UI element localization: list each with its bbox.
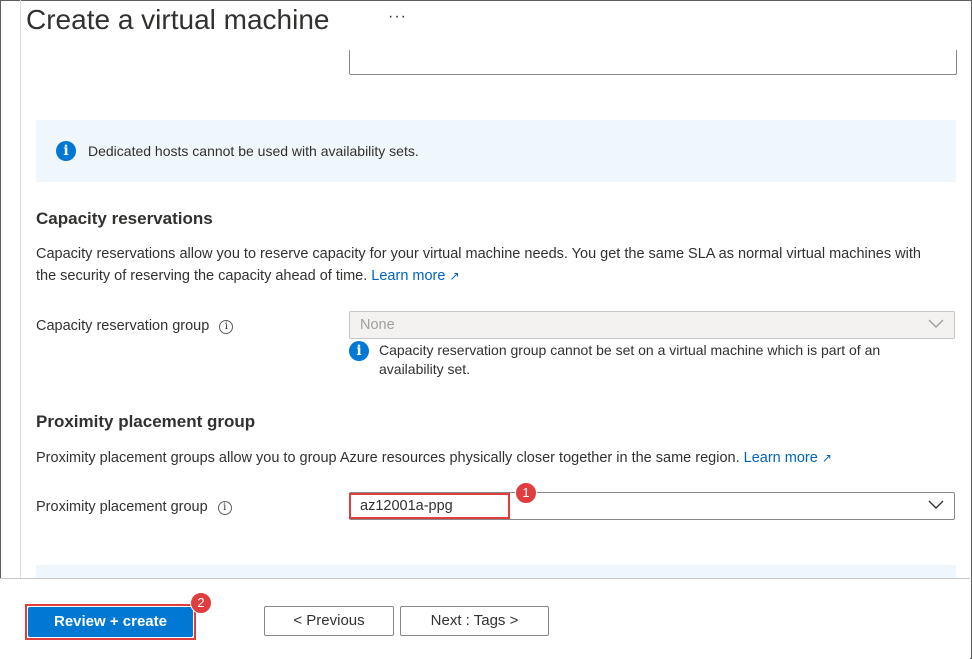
capacity-reservations-title: Capacity reservations: [36, 209, 213, 228]
external-link-icon: ↗: [821, 451, 832, 465]
info-tooltip-icon[interactable]: i: [219, 320, 234, 334]
proximity-placement-description: Proximity placement groups allow you to …: [36, 447, 956, 469]
proximity-highlight-box: [349, 493, 510, 519]
chevron-down-icon: [928, 500, 944, 509]
annotation-badge-1: 1: [515, 482, 537, 504]
content-left-rule: [20, 0, 21, 578]
previous-field-input[interactable]: [349, 50, 957, 75]
proximity-description-text: Proximity placement groups allow you to …: [36, 450, 740, 466]
capacity-description-text: Capacity reservations allow you to reser…: [36, 246, 921, 284]
footer-bar: Review + create 2 < Previous Next : Tags…: [0, 578, 970, 659]
annotation-badge-2: 2: [190, 592, 212, 614]
capacity-reservation-group-value: None: [360, 317, 395, 333]
review-create-button[interactable]: Review + create: [28, 607, 193, 637]
info-icon: i: [349, 341, 369, 361]
lower-info-banner: [36, 565, 956, 578]
previous-button[interactable]: < Previous: [264, 606, 394, 636]
capacity-reservation-group-label: Capacity reservation group i: [36, 318, 234, 334]
next-tags-button[interactable]: Next : Tags >: [400, 606, 549, 636]
info-icon: i: [56, 141, 76, 161]
capacity-reservation-group-dropdown[interactable]: None: [349, 311, 955, 339]
proximity-learn-more-link[interactable]: Learn more ↗: [744, 450, 832, 466]
capacity-reservations-description: Capacity reservations allow you to reser…: [36, 243, 936, 287]
page-title: Create a virtual machine: [26, 4, 330, 35]
proximity-placement-title: Proximity placement group: [36, 412, 256, 431]
proximity-placement-group-label: Proximity placement group i: [36, 499, 232, 515]
info-banner-text: Dedicated hosts cannot be used with avai…: [88, 143, 419, 159]
capacity-reservation-note: Capacity reservation group cannot be set…: [379, 342, 881, 377]
info-banner: i Dedicated hosts cannot be used with av…: [36, 120, 956, 182]
capacity-learn-more-link[interactable]: Learn more ↗: [371, 268, 459, 284]
external-link-icon: ↗: [449, 269, 460, 283]
info-tooltip-icon[interactable]: i: [217, 501, 232, 515]
chevron-down-icon: [928, 319, 944, 328]
more-options-icon[interactable]: ···: [388, 8, 407, 26]
